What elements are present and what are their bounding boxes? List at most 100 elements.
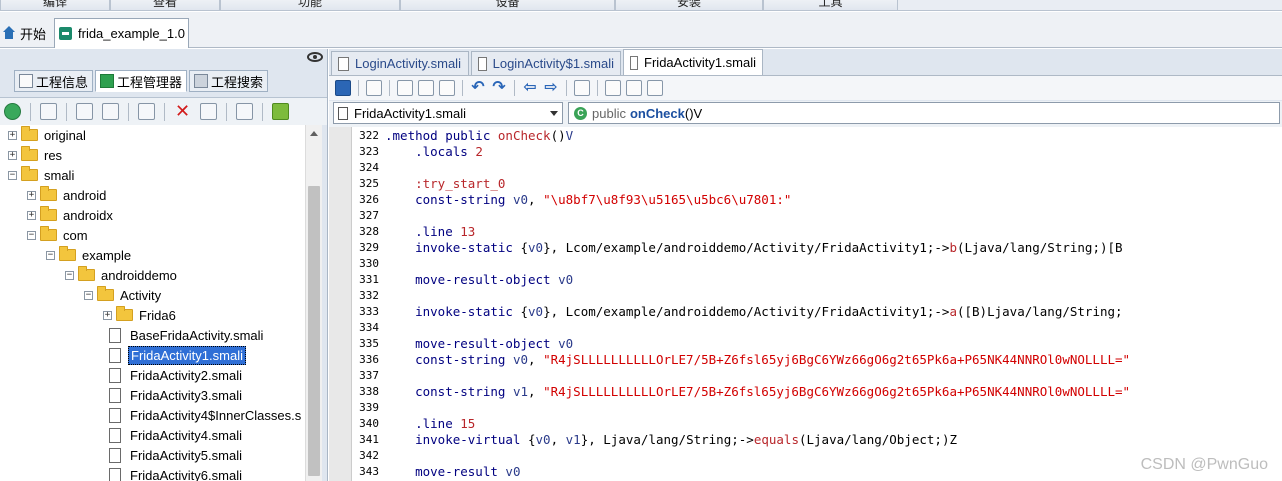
tree-file[interactable]: FridaActivity3.smali [103,385,244,405]
code-token: , [528,352,544,367]
tree-folder[interactable]: + androidx [27,205,115,225]
code-token: v1 [512,384,528,399]
code-token: v0 [528,240,544,255]
code-token: () [550,128,566,143]
menu-view[interactable]: 查看 [110,0,220,10]
code-token: "R4jSLLLLLLLLLLOrLE7/5B+Z6fsl65yj6BgC6YW… [543,352,1131,367]
back-icon[interactable]: ⇦ [522,80,538,96]
tree-file[interactable]: FridaActivity1.smali [103,345,246,365]
tab-project[interactable]: frida_example_1.0 [54,18,189,48]
tab-login-activity-1[interactable]: LoginActivity$1.smali [471,51,621,75]
collapse-icon[interactable]: − [84,290,93,300]
tree-folder[interactable]: − smali [8,165,76,185]
collapse-icon[interactable]: − [27,230,36,240]
code-line: 335 move-result-object v0 [351,336,573,352]
tree-folder[interactable]: + Frida6 [103,305,178,325]
tree-folder[interactable]: − Activity [84,285,163,305]
code-text: const-string v0, "\u8bf7\u8f93\u5165\u5b… [383,192,791,208]
eye-icon[interactable] [307,52,323,62]
code-token: , [528,384,544,399]
book-icon[interactable] [138,103,155,120]
expand-icon[interactable]: + [8,150,17,160]
tree-scrollbar[interactable] [305,125,322,481]
menu-function[interactable]: 功能 [220,0,400,10]
tree-file[interactable]: FridaActivity4$InnerClasses.s [103,405,303,425]
tree-folder[interactable]: − com [27,225,90,245]
replace-icon[interactable] [574,80,590,96]
method-select[interactable]: C public onCheck ()V [568,102,1280,124]
tree-file[interactable]: FridaActivity6.smali [103,465,244,481]
expand-icon[interactable]: + [27,210,36,220]
tree-item-label: FridaActivity4.smali [130,427,242,443]
redo-icon[interactable]: ↷ [491,80,507,96]
code-token: "\u8bf7\u8f93\u5165\u5bc6\u7801:" [543,192,792,207]
find-folder-icon[interactable] [102,103,119,120]
expand-icon[interactable]: + [8,130,17,140]
code-line: 339 [351,400,385,416]
line-number: 328 [359,225,379,238]
android-build-icon[interactable] [272,103,289,120]
toolbar-separator [358,80,359,96]
search-icon [194,74,209,88]
tree-folder[interactable]: − androiddemo [65,265,179,285]
tab-project-manager[interactable]: 工程管理器 [95,70,188,92]
tree-item-label: androidx [63,207,113,223]
tab-login-activity[interactable]: LoginActivity.smali [331,51,469,75]
tab-project-info-label: 工程信息 [36,74,89,90]
format-icon[interactable] [626,80,642,96]
tree-file[interactable]: FridaActivity5.smali [103,445,244,465]
tree-folder[interactable]: + android [27,185,108,205]
tree-file[interactable]: FridaActivity2.smali [103,365,244,385]
menu-build[interactable]: 编译 [0,0,110,10]
forward-icon[interactable]: ⇨ [543,80,559,96]
delete-icon[interactable]: ✕ [174,102,191,120]
class-select[interactable]: FridaActivity1.smali [333,102,563,124]
line-number: 343 [359,465,379,478]
rename-icon[interactable] [200,103,217,120]
tab-project-info[interactable]: 工程信息 [14,70,94,92]
collapse-icon[interactable]: − [65,270,74,280]
menu-install[interactable]: 安装 [615,0,763,10]
code-token: { [528,432,536,447]
jump-icon[interactable] [647,80,663,96]
tree-file[interactable]: BaseFridaActivity.smali [103,325,265,345]
code-text: .method public onCheck()V [383,128,573,144]
expand-icon[interactable]: + [27,190,36,200]
tree-item-label: android [63,187,107,203]
code-line: 338 const-string v1, "R4jSLLLLLLLLLLOrLE… [351,384,1130,400]
text-file-icon[interactable] [236,103,253,120]
paste-icon[interactable] [439,80,455,96]
scroll-up-icon[interactable] [310,131,318,136]
code-token: b [949,240,957,255]
tree-folder[interactable]: − example [46,245,133,265]
file-icon [109,467,121,481]
undo-icon[interactable]: ↶ [470,80,486,96]
file-icon [109,387,121,403]
scrollbar-thumb[interactable] [308,186,320,476]
window-icon[interactable] [76,103,93,120]
collapse-icon[interactable]: − [8,170,17,180]
lock-icon[interactable] [335,80,351,96]
chevron-down-icon[interactable] [550,111,558,116]
menu-device[interactable]: 设备 [400,0,615,10]
tree-folder[interactable]: + res [8,145,64,165]
line-number: 329 [359,241,379,254]
cut-icon[interactable] [418,80,434,96]
java-icon[interactable] [605,80,621,96]
tab-project-search[interactable]: 工程搜索 [189,70,269,92]
code-view[interactable]: 322 .method public onCheck()V 323 .locals … [329,127,1282,481]
copy-icon[interactable] [397,80,413,96]
save-icon[interactable] [366,80,382,96]
menu-tools[interactable]: 工具 [763,0,898,10]
tab-frida-activity-1[interactable]: FridaActivity1.smali [623,49,763,75]
image-icon[interactable] [40,103,57,120]
expand-icon[interactable]: + [103,310,112,320]
folder-icon [21,166,38,181]
tree-folder[interactable]: + original [8,125,88,145]
tree-file[interactable]: FridaActivity4.smali [103,425,244,445]
tab-start[interactable]: 开始 [0,20,50,46]
collapse-icon[interactable]: − [46,250,55,260]
refresh-icon[interactable] [4,103,21,120]
line-number: 327 [359,209,379,222]
